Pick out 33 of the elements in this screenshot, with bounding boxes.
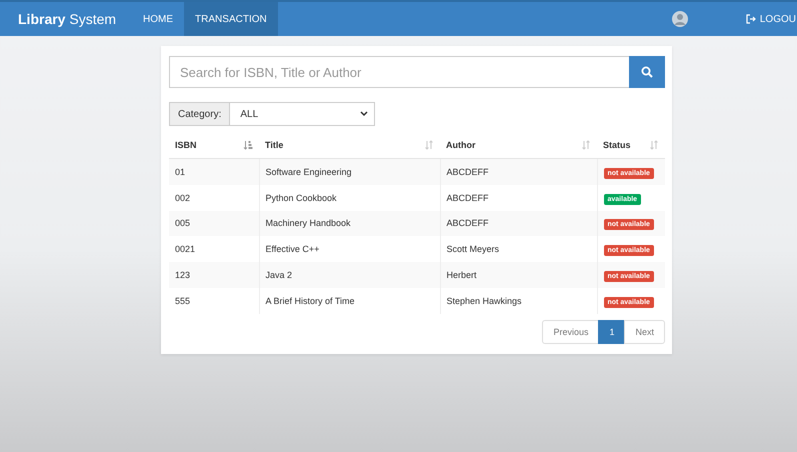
search-button[interactable] [629, 56, 665, 88]
column-header[interactable]: Author [446, 140, 476, 150]
table-cell: Stephen Hawkings [440, 288, 597, 314]
next-button[interactable]: Next [624, 320, 665, 344]
table-cell: 01 [169, 158, 259, 185]
table-cell: Java 2 [259, 262, 440, 288]
nav-link[interactable]: HOME [132, 2, 184, 36]
column-header[interactable]: Title [265, 140, 284, 150]
sort-icon[interactable] [649, 140, 659, 150]
nav-link[interactable]: TRANSACTION [184, 2, 278, 36]
column-header[interactable]: ISBN [175, 140, 197, 150]
sort-icon[interactable] [243, 140, 253, 150]
column-header[interactable]: Status [603, 140, 631, 150]
table-cell: 123 [169, 262, 259, 288]
table-cell: 0021 [169, 236, 259, 262]
table-cell: 005 [169, 210, 259, 236]
sort-icon[interactable] [581, 140, 591, 150]
sign-out-icon[interactable] [746, 14, 756, 24]
table-cell: Machinery Handbook [259, 210, 440, 236]
search-icon [641, 66, 653, 78]
table-cell: Herbert [440, 262, 597, 288]
table-cell: A Brief History of Time [259, 288, 440, 314]
logout-link[interactable]: LOGOU [760, 14, 796, 24]
table-cell: 555 [169, 288, 259, 314]
search-field[interactable]: Search for ISBN, Title or Author [169, 56, 629, 88]
table-cell: ABCDEFF [440, 158, 597, 185]
page-button[interactable]: 1 [598, 320, 626, 344]
user-avatar-icon[interactable] [672, 11, 688, 27]
table-cell: ABCDEFF [440, 210, 597, 236]
table-cell: 002 [169, 184, 259, 211]
sort-icon[interactable] [424, 140, 434, 150]
table-cell: Software Engineering [259, 158, 440, 185]
brand-title: Library System [17, 10, 118, 29]
